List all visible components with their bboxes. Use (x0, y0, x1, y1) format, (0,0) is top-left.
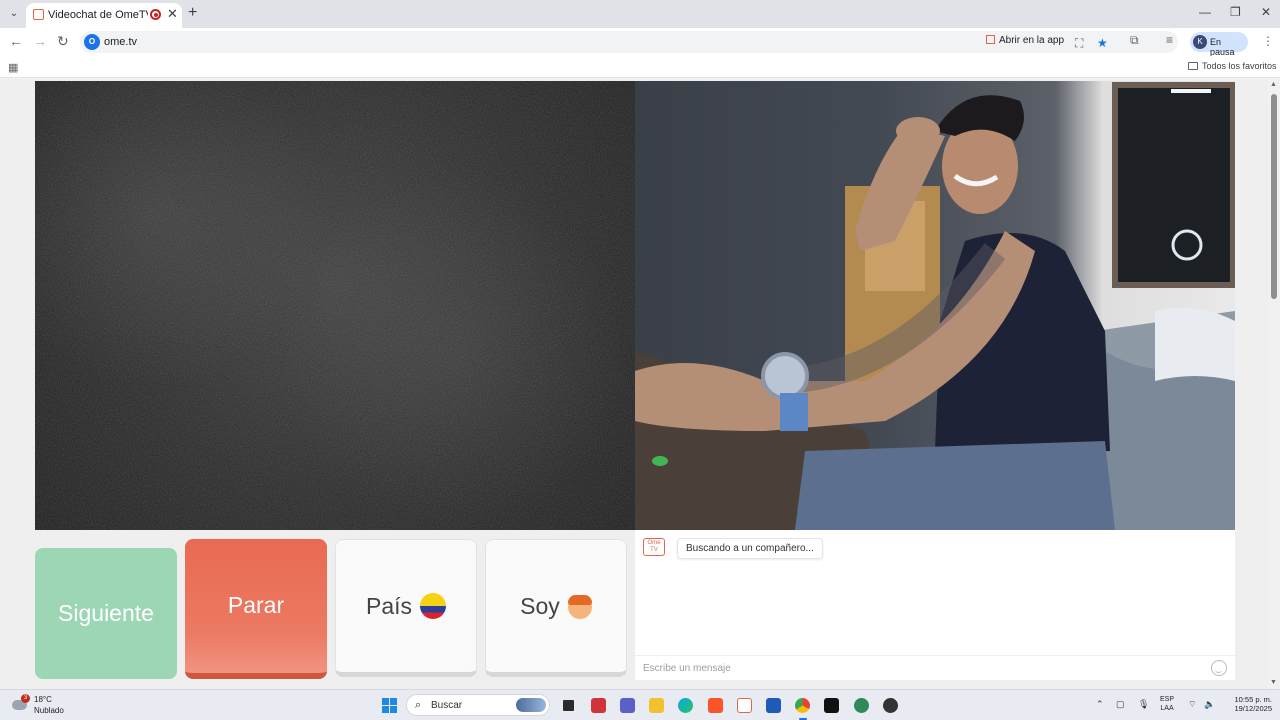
notification-badge: 3 (21, 694, 30, 703)
media-controls-icon[interactable]: ≡ (1166, 33, 1173, 47)
static-noise (35, 81, 635, 530)
extensions-icon[interactable]: ⧉ (1130, 33, 1139, 48)
new-tab-button[interactable]: + (188, 4, 197, 22)
ometv-app-icon[interactable] (737, 698, 752, 713)
partner-video-feed (635, 81, 1235, 530)
emoji-icon[interactable] (1211, 660, 1227, 676)
message-input[interactable]: Escribe un mensaje (635, 655, 1235, 680)
forward-icon[interactable]: → (33, 33, 47, 49)
lang-layout: LAA (1160, 705, 1174, 712)
weather-temp: 18°C (34, 695, 52, 704)
browser-tab[interactable]: Videochat de OmeTV: alternativa a Chatro… (26, 3, 182, 28)
language-indicator[interactable]: ESP LAA (1160, 695, 1174, 713)
file-explorer-icon[interactable] (649, 698, 664, 713)
boy-face-icon (567, 595, 592, 619)
chrome-icon[interactable] (795, 698, 810, 713)
country-filter-button[interactable]: País (335, 539, 477, 677)
wifi-icon[interactable]: ⌔ (1188, 699, 1196, 710)
translate-icon[interactable]: ⛶ (1075, 36, 1083, 51)
taskbar-search[interactable]: ⌕ Buscar (406, 694, 550, 716)
bookmarks-bar: ▦ Todos los favoritos (0, 56, 1280, 78)
app-red-icon[interactable] (591, 698, 606, 713)
bookmark-star-icon[interactable]: ★ (1097, 36, 1108, 50)
profile-button[interactable]: K En pausa (1190, 32, 1248, 57)
colombia-flag-icon (420, 593, 447, 619)
gender-filter-button[interactable]: Soy (485, 539, 627, 677)
scroll-down-icon[interactable]: ▼ (1270, 679, 1277, 686)
tray-app-icon[interactable]: ▢ (1116, 699, 1125, 710)
microphone-icon[interactable]: 🎙 (1138, 699, 1149, 710)
scroll-thumb[interactable] (1271, 94, 1277, 299)
message-placeholder: Escribe un mensaje (643, 663, 731, 674)
country-label: País (365, 593, 413, 619)
avatar: K (1193, 35, 1207, 49)
ometv-favicon-icon (33, 9, 44, 20)
tab-strip: ⌄ Videochat de OmeTV: alternativa a Chat… (0, 0, 1280, 28)
gender-label: Soy (520, 593, 560, 619)
address-bar[interactable]: O ome.tv Abrir en la app ⛶ ★ (80, 31, 1178, 53)
scroll-up-icon[interactable]: ▲ (1270, 81, 1277, 88)
status-message: Buscando a un compañero... (677, 538, 823, 559)
browser-toolbar: ← → ↻ O ome.tv Abrir en la app ⛶ ★ ⧉ ≡ (0, 28, 1280, 56)
recording-icon (150, 9, 161, 20)
tab-search-icon[interactable]: ⌄ (6, 6, 22, 22)
app-green-icon[interactable] (854, 698, 869, 713)
volume-icon[interactable]: 🔈 (1204, 699, 1215, 710)
profile-status: En pausa (1210, 37, 1235, 57)
edge-icon[interactable] (678, 698, 693, 713)
search-label: Buscar (431, 700, 463, 711)
url-text[interactable]: ome.tv (104, 36, 137, 48)
reload-icon[interactable]: ↻ (57, 33, 69, 50)
app-dark-icon[interactable] (883, 698, 898, 713)
app-icon (986, 35, 995, 44)
ometv-logo-icon: Ome TV (643, 538, 665, 556)
time: 10:55 p. m. (1234, 695, 1272, 704)
page-scrollbar[interactable]: ▲ ▼ (1268, 79, 1280, 689)
search-highlight-image (516, 698, 546, 712)
minimize-icon[interactable]: — (1199, 5, 1211, 19)
maximize-icon[interactable]: ❐ (1230, 5, 1241, 19)
folder-icon (1188, 62, 1198, 70)
all-bookmarks-button[interactable]: Todos los favoritos (1188, 61, 1277, 71)
lang-code: ESP (1160, 696, 1175, 703)
tradingview-icon[interactable] (824, 698, 839, 713)
apps-grid-icon[interactable]: ▦ (8, 61, 18, 74)
open-in-app-label: Abrir en la app (999, 35, 1065, 46)
close-tab-icon[interactable]: ✕ (167, 6, 178, 22)
partner-scene (635, 82, 1235, 530)
own-video-feed (35, 81, 635, 530)
windows-taskbar: 3 18°C Nublado ⌕ Buscar ⌃ ▢ 🎙 ESP LAA ⌔ … (0, 689, 1280, 720)
teams-icon[interactable] (620, 698, 635, 713)
open-in-app-button[interactable]: Abrir en la app (986, 35, 1064, 46)
show-hidden-icons[interactable]: ⌃ (1096, 699, 1104, 710)
search-icon: ⌕ (415, 699, 422, 711)
date: 19/12/2025 (1234, 704, 1272, 713)
all-bookmarks-label: Todos los favoritos (1202, 61, 1277, 71)
store-icon[interactable] (766, 698, 781, 713)
tab-title: Videochat de OmeTV: alternativa a Chatro… (48, 9, 148, 21)
close-window-icon[interactable]: ✕ (1261, 5, 1271, 19)
site-info-icon[interactable]: O (84, 34, 100, 50)
back-icon[interactable]: ← (9, 33, 23, 49)
weather-desc: Nublado (34, 706, 64, 715)
menu-icon[interactable]: ⋮ (1262, 34, 1274, 48)
clock[interactable]: 10:55 p. m. 19/12/2025 (1222, 695, 1272, 713)
windows-start-icon[interactable] (382, 698, 397, 713)
brave-icon[interactable] (708, 698, 723, 713)
chat-panel: Ome TV Buscando a un compañero... Escrib… (635, 530, 1235, 680)
task-view-icon[interactable] (561, 698, 576, 713)
next-button[interactable]: Siguiente (35, 548, 177, 679)
stop-button[interactable]: Parar (185, 539, 327, 679)
